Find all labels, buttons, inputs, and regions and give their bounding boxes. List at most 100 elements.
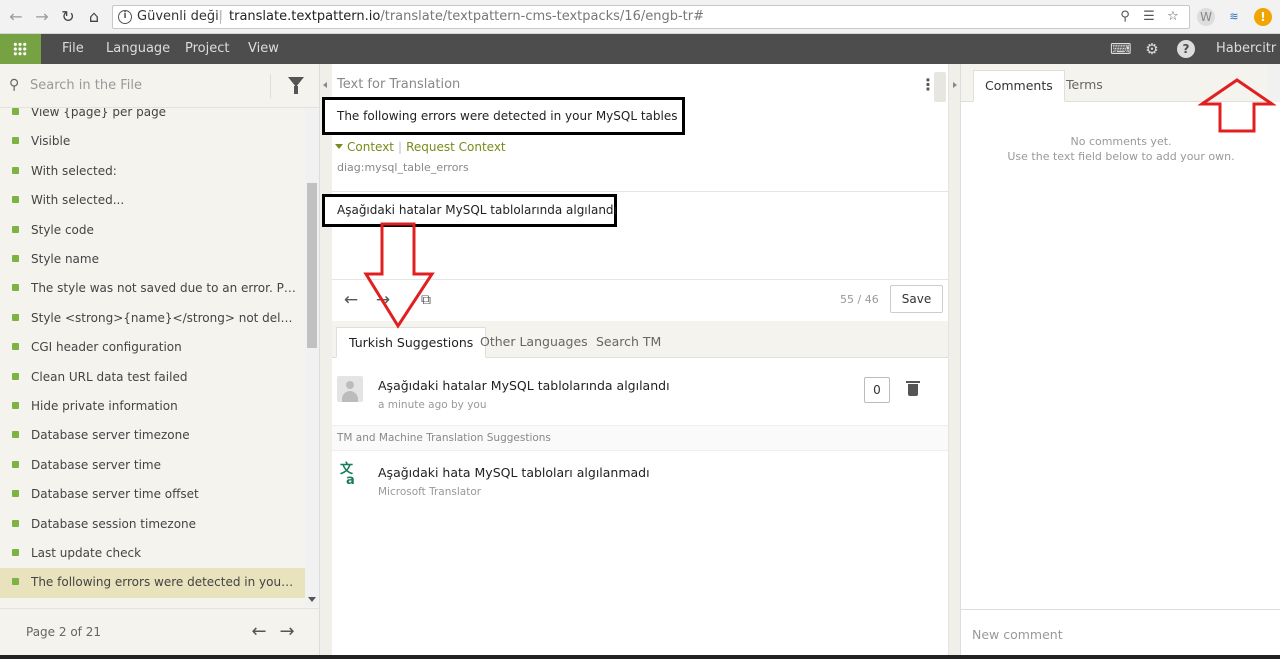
microsoft-translator-icon: 文a [340, 462, 355, 488]
search-input[interactable] [30, 74, 260, 96]
list-item[interactable]: Style code [0, 216, 305, 245]
list-item[interactable]: No temporary directory defined [0, 598, 305, 606]
status-dot [12, 490, 19, 498]
list-item[interactable]: With selected... [0, 186, 305, 215]
chevron-left-icon [323, 82, 327, 88]
menu-view[interactable]: View [248, 34, 279, 64]
suggestion-text[interactable]: Aşağıdaki hatalar MySQL tablolarında alg… [378, 378, 670, 393]
keyboard-icon[interactable]: ⌨ [1110, 40, 1132, 58]
source-scrollbar[interactable] [934, 72, 946, 102]
warning-extension-icon[interactable]: ! [1254, 8, 1272, 26]
list-item[interactable]: Clean URL data test failed [0, 363, 305, 392]
status-dot [12, 284, 19, 292]
list-item[interactable]: CGI header configuration [0, 333, 305, 362]
status-dot [12, 313, 19, 321]
list-item[interactable]: The style was not saved due to an error.… [0, 274, 305, 303]
address-separator [220, 10, 221, 24]
tab-other-languages[interactable]: Other Languages [468, 327, 600, 358]
wordpress-extension-icon[interactable]: W [1197, 8, 1215, 26]
reload-icon[interactable]: ↻ [58, 7, 78, 27]
security-label[interactable]: Güvenli değil [137, 6, 222, 28]
list-item[interactable]: With selected: [0, 157, 305, 186]
context-links: Context | Request Context [335, 140, 506, 154]
list-item[interactable]: Last update check [0, 539, 305, 568]
status-dot [12, 431, 19, 439]
trash-icon[interactable] [904, 379, 922, 399]
previous-string-icon[interactable]: ← [341, 290, 361, 310]
zoom-icon[interactable]: ⚲ [1117, 9, 1133, 25]
no-comments-hint: Use the text field below to add your own… [1007, 150, 1235, 163]
context-toggle[interactable]: Context [347, 140, 394, 154]
context-separator: | [398, 140, 403, 154]
list-item[interactable]: Database server time [0, 451, 305, 480]
pager: Page 2 of 21 ← → [0, 608, 320, 659]
status-dot [12, 343, 19, 351]
info-icon[interactable]: i [118, 10, 132, 24]
char-counter: 55 / 46 [840, 293, 879, 306]
apps-grid-button[interactable] [0, 34, 41, 64]
divider [332, 191, 948, 192]
status-dot [12, 255, 19, 262]
tab-comments[interactable]: Comments [973, 70, 1065, 102]
list-item[interactable]: Database session timezone [0, 510, 305, 539]
save-button[interactable]: Save [890, 285, 943, 313]
sidebar-search: ⚲ [0, 64, 320, 108]
user-menu[interactable]: Habercitr [1216, 34, 1276, 64]
machine-suggestion-text[interactable]: Aşağıdaki hata MySQL tabloları algılanma… [378, 465, 650, 480]
source-text: The following errors were detected in yo… [322, 97, 685, 135]
collapse-left-handle[interactable] [320, 64, 332, 659]
sidebar-scrollbar[interactable] [305, 108, 319, 606]
scroll-down-icon[interactable] [308, 597, 316, 602]
vote-counter[interactable]: 0 [864, 377, 890, 403]
bookmark-star-icon[interactable]: ☆ [1165, 9, 1181, 25]
machine-suggestion-source: Microsoft Translator [378, 486, 482, 498]
help-icon[interactable]: ? [1177, 40, 1195, 58]
status-dot [12, 137, 19, 145]
gear-icon[interactable]: ⚙ [1143, 40, 1161, 58]
caret-down-icon [335, 144, 343, 149]
translate-icon[interactable]: ☰ [1141, 9, 1157, 25]
filter-icon[interactable] [288, 77, 304, 94]
home-icon[interactable]: ⌂ [84, 7, 104, 27]
list-item[interactable]: Database server timezone [0, 421, 305, 450]
no-comments-text: No comments yet. [1070, 135, 1172, 148]
request-context-link[interactable]: Request Context [406, 140, 506, 154]
list-item[interactable]: Style name [0, 245, 305, 274]
prev-page-icon[interactable]: ← [249, 621, 269, 643]
tab-turkish-suggestions[interactable]: Turkish Suggestions [336, 327, 487, 358]
forward-icon[interactable]: → [32, 7, 52, 27]
menu-file[interactable]: File [62, 34, 84, 64]
status-dot [12, 108, 19, 115]
tab-search-tm[interactable]: Search TM [584, 327, 673, 358]
tab-terms[interactable]: Terms [1055, 70, 1114, 102]
list-item[interactable]: Visible [0, 127, 305, 156]
menu-language[interactable]: Language [106, 34, 170, 64]
page-indicator: Page 2 of 21 [26, 625, 101, 639]
next-page-icon[interactable]: → [277, 621, 297, 643]
list-item[interactable]: Hide private information [0, 392, 305, 421]
source-heading: Text for Translation [337, 77, 461, 92]
back-icon[interactable]: ← [6, 7, 26, 27]
list-item[interactable]: Style <strong>{name}</strong> not delete… [0, 304, 305, 333]
list-item[interactable]: View {page} per page [0, 108, 305, 127]
suggestion-meta: a minute ago by you [378, 399, 487, 411]
status-dot [12, 196, 19, 204]
status-dot [12, 519, 19, 527]
list-item-active[interactable]: The following errors were detected in yo… [0, 568, 305, 598]
chevron-right-icon [953, 82, 957, 88]
app-header: File Language Project View ⌨ ⚙ ? Haberci… [0, 34, 1280, 64]
address-bar[interactable]: i Güvenli değil translate.textpattern.io… [112, 5, 1190, 29]
steem-extension-icon[interactable]: ≋ [1225, 8, 1243, 26]
url-text[interactable]: translate.textpattern.io/translate/textp… [229, 6, 704, 28]
status-dot [12, 549, 19, 556]
collapse-right-handle[interactable] [948, 64, 960, 659]
bottom-edge [0, 655, 1280, 659]
scrollbar-thumb[interactable] [307, 183, 317, 348]
new-comment-input[interactable] [972, 622, 1262, 646]
list-item[interactable]: Database server time offset [0, 480, 305, 509]
menu-project[interactable]: Project [185, 34, 229, 64]
status-dot [12, 166, 19, 174]
annotation-arrow-down [363, 222, 435, 329]
status-dot [12, 460, 19, 468]
status-dot [12, 402, 19, 409]
